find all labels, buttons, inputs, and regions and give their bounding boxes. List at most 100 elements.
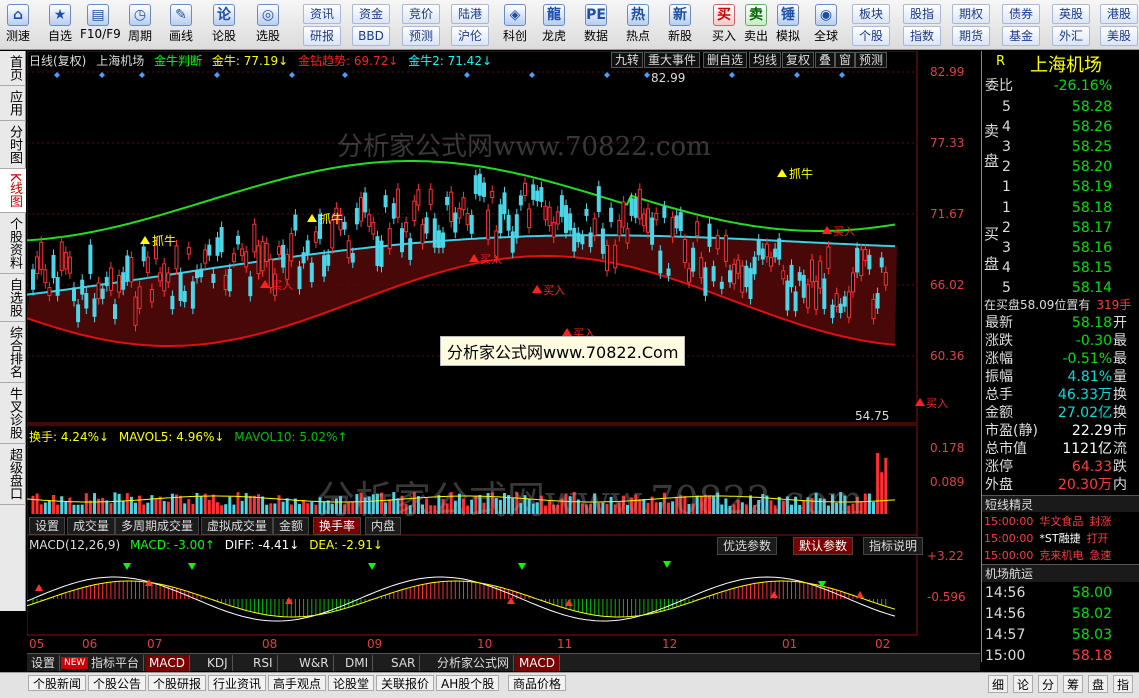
- toolbar-small-button-4[interactable]: 研报: [303, 26, 341, 46]
- right-panel-tab-4[interactable]: 盘: [1088, 675, 1108, 693]
- toolbar-small-button-7[interactable]: 沪伦: [451, 26, 489, 46]
- news-tab-2[interactable]: 个股研报: [148, 675, 207, 691]
- volume-tab-2[interactable]: 多周期成交量: [115, 517, 200, 535]
- toolbar-small-button-13[interactable]: 港股: [1100, 4, 1138, 24]
- right-panel-tab-2[interactable]: 分: [1038, 675, 1058, 693]
- short-item[interactable]: 15:00:00 克来机电 急速: [984, 547, 1139, 563]
- macd-tab-0[interactable]: 优选参数: [717, 537, 778, 555]
- toolbar-button-11[interactable]: 新新股: [662, 2, 698, 48]
- left-tab-7[interactable]: 牛叉诊股: [0, 383, 26, 444]
- volume-tab-1[interactable]: 成交量: [67, 517, 116, 535]
- kline-chart-area[interactable]: 买入 买入 买入 买入 买入 买入 抓牛 抓牛 抓牛 日线(复权) 上海机场 金牛判断 金牛: …: [27, 51, 980, 662]
- toolbar-small-button-0[interactable]: 资讯: [303, 4, 341, 24]
- indicator-tab-8[interactable]: SAR: [387, 655, 421, 671]
- left-tab-4[interactable]: 个股资料: [0, 213, 26, 274]
- left-tab-5[interactable]: 自选股: [0, 274, 26, 322]
- toolbar-button-1[interactable]: ★ 自选: [42, 2, 78, 48]
- chart-top-tab-3[interactable]: 均线: [749, 52, 782, 68]
- indicator-tab-3[interactable]: MACD: [145, 655, 190, 671]
- toolbar-button-2[interactable]: ▤ F10/F9: [80, 2, 121, 48]
- indicator-tab-4[interactable]: KDJ: [203, 655, 233, 671]
- news-tab-0[interactable]: 个股新闻: [28, 675, 87, 691]
- news-tab-1[interactable]: 个股公告: [88, 675, 147, 691]
- volume-tab-0[interactable]: 设置: [29, 517, 66, 535]
- chart-top-tab-7[interactable]: 预测: [855, 52, 888, 68]
- ask-row[interactable]: 1 58.19: [982, 177, 1139, 197]
- toolbar-button-8[interactable]: 龍龙虎: [536, 2, 572, 48]
- left-tab-3[interactable]: K线图: [0, 169, 26, 213]
- ask-row[interactable]: 4 58.26: [982, 117, 1139, 137]
- indicator-tab-0[interactable]: 设置: [27, 655, 61, 671]
- bid-row[interactable]: 2 58.17: [982, 218, 1139, 238]
- chart-top-tab-5[interactable]: 叠: [815, 52, 836, 68]
- indicator-tab-1[interactable]: NEW: [61, 657, 89, 669]
- toolbar-small-button-3[interactable]: 陆港: [451, 4, 489, 24]
- toolbar-small-button-1[interactable]: 资金: [352, 4, 390, 24]
- chart-top-tab-2[interactable]: 删自选: [703, 52, 748, 68]
- bid-row[interactable]: 1 58.18: [982, 198, 1139, 218]
- news-tab-8[interactable]: 商品价格: [508, 675, 567, 691]
- toolbar-button-14[interactable]: 锤模拟: [770, 2, 806, 48]
- left-tab-6[interactable]: 综合排名: [0, 322, 26, 383]
- indicator-tab-5[interactable]: RSI: [249, 655, 278, 671]
- toolbar-small-button-5[interactable]: BBD: [352, 26, 390, 46]
- chart-top-tab-6[interactable]: 窗: [835, 52, 856, 68]
- volume-tab-4[interactable]: 金额: [273, 517, 310, 535]
- left-tab-8[interactable]: 超级盘口: [0, 444, 26, 505]
- ask-row[interactable]: 2 58.20: [982, 157, 1139, 177]
- chart-top-tab-0[interactable]: 九转: [611, 52, 644, 68]
- toolbar-small-button-12[interactable]: 英股: [1052, 4, 1090, 24]
- toolbar-button-12[interactable]: 买买入: [706, 2, 742, 48]
- toolbar-small-button-19[interactable]: 美股: [1100, 26, 1138, 46]
- toolbar-button-10[interactable]: 热热点: [620, 2, 656, 48]
- toolbar-small-button-14[interactable]: 个股: [852, 26, 890, 46]
- short-item[interactable]: 15:00:00 华文食品 封涨: [984, 513, 1139, 529]
- news-tab-5[interactable]: 论股堂: [328, 675, 375, 691]
- chart-top-tab-1[interactable]: 重大事件: [644, 52, 701, 68]
- toolbar-button-13[interactable]: 卖卖出: [738, 2, 774, 48]
- toolbar-button-3[interactable]: ◷ 周期: [122, 2, 158, 48]
- toolbar-small-button-6[interactable]: 预测: [402, 26, 440, 46]
- indicator-tab-7[interactable]: DMI: [341, 655, 374, 671]
- chart-top-tab-4[interactable]: 复权: [782, 52, 815, 68]
- indicator-tab-10[interactable]: MACD: [515, 655, 560, 671]
- news-tab-4[interactable]: 高手观点: [268, 675, 327, 691]
- bid-row[interactable]: 5 58.14: [982, 278, 1139, 298]
- news-tab-3[interactable]: 行业资讯: [208, 675, 267, 691]
- ask-row[interactable]: 3 58.25: [982, 137, 1139, 157]
- indicator-tab-6[interactable]: W&R: [295, 655, 334, 671]
- toolbar-small-button-8[interactable]: 板块: [852, 4, 890, 24]
- right-panel-tab-1[interactable]: 论: [1013, 675, 1033, 693]
- toolbar-small-button-9[interactable]: 股指: [903, 4, 941, 24]
- macd-tab-2[interactable]: 指标说明: [863, 537, 924, 555]
- volume-tab-3[interactable]: 虚拟成交量: [201, 517, 274, 535]
- toolbar-small-button-11[interactable]: 债券: [1002, 4, 1040, 24]
- toolbar-small-button-16[interactable]: 期货: [952, 26, 990, 46]
- toolbar-button-6[interactable]: ◎ 选股: [250, 2, 286, 48]
- right-panel-tab-5[interactable]: 指: [1113, 675, 1133, 693]
- toolbar-button-5[interactable]: 论论股: [206, 2, 242, 48]
- news-tab-6[interactable]: 关联报价: [376, 675, 435, 691]
- short-item[interactable]: 15:00:00 *ST融捷 打开: [984, 530, 1139, 546]
- bid-row[interactable]: 4 58.15: [982, 258, 1139, 278]
- toolbar-small-button-17[interactable]: 基金: [1002, 26, 1040, 46]
- left-tab-2[interactable]: 分时图: [0, 121, 26, 169]
- toolbar-button-0[interactable]: ⌂ 测速: [0, 2, 36, 48]
- toolbar-button-7[interactable]: ◈ 科创: [497, 2, 533, 48]
- left-tab-1[interactable]: 应用: [0, 86, 26, 121]
- toolbar-small-button-15[interactable]: 指数: [903, 26, 941, 46]
- right-panel-tab-3[interactable]: 筹: [1063, 675, 1083, 693]
- left-tab-0[interactable]: 首页: [0, 51, 26, 86]
- indicator-tab-2[interactable]: 指标平台: [87, 655, 145, 671]
- toolbar-small-button-10[interactable]: 期权: [952, 4, 990, 24]
- right-panel-tab-0[interactable]: 细: [988, 675, 1008, 693]
- toolbar-button-9[interactable]: PE 数据: [578, 2, 614, 48]
- toolbar-small-button-2[interactable]: 竞价: [402, 4, 440, 24]
- ask-row[interactable]: 5 58.28: [982, 97, 1139, 117]
- toolbar-small-button-18[interactable]: 外汇: [1052, 26, 1090, 46]
- news-tab-7[interactable]: AH股个股: [436, 675, 500, 691]
- indicator-tab-9[interactable]: 分析家公式网: [433, 655, 515, 671]
- toolbar-button-15[interactable]: ◉ 全球: [808, 2, 844, 48]
- macd-tab-1[interactable]: 默认参数: [793, 537, 854, 555]
- bid-row[interactable]: 3 58.16: [982, 238, 1139, 258]
